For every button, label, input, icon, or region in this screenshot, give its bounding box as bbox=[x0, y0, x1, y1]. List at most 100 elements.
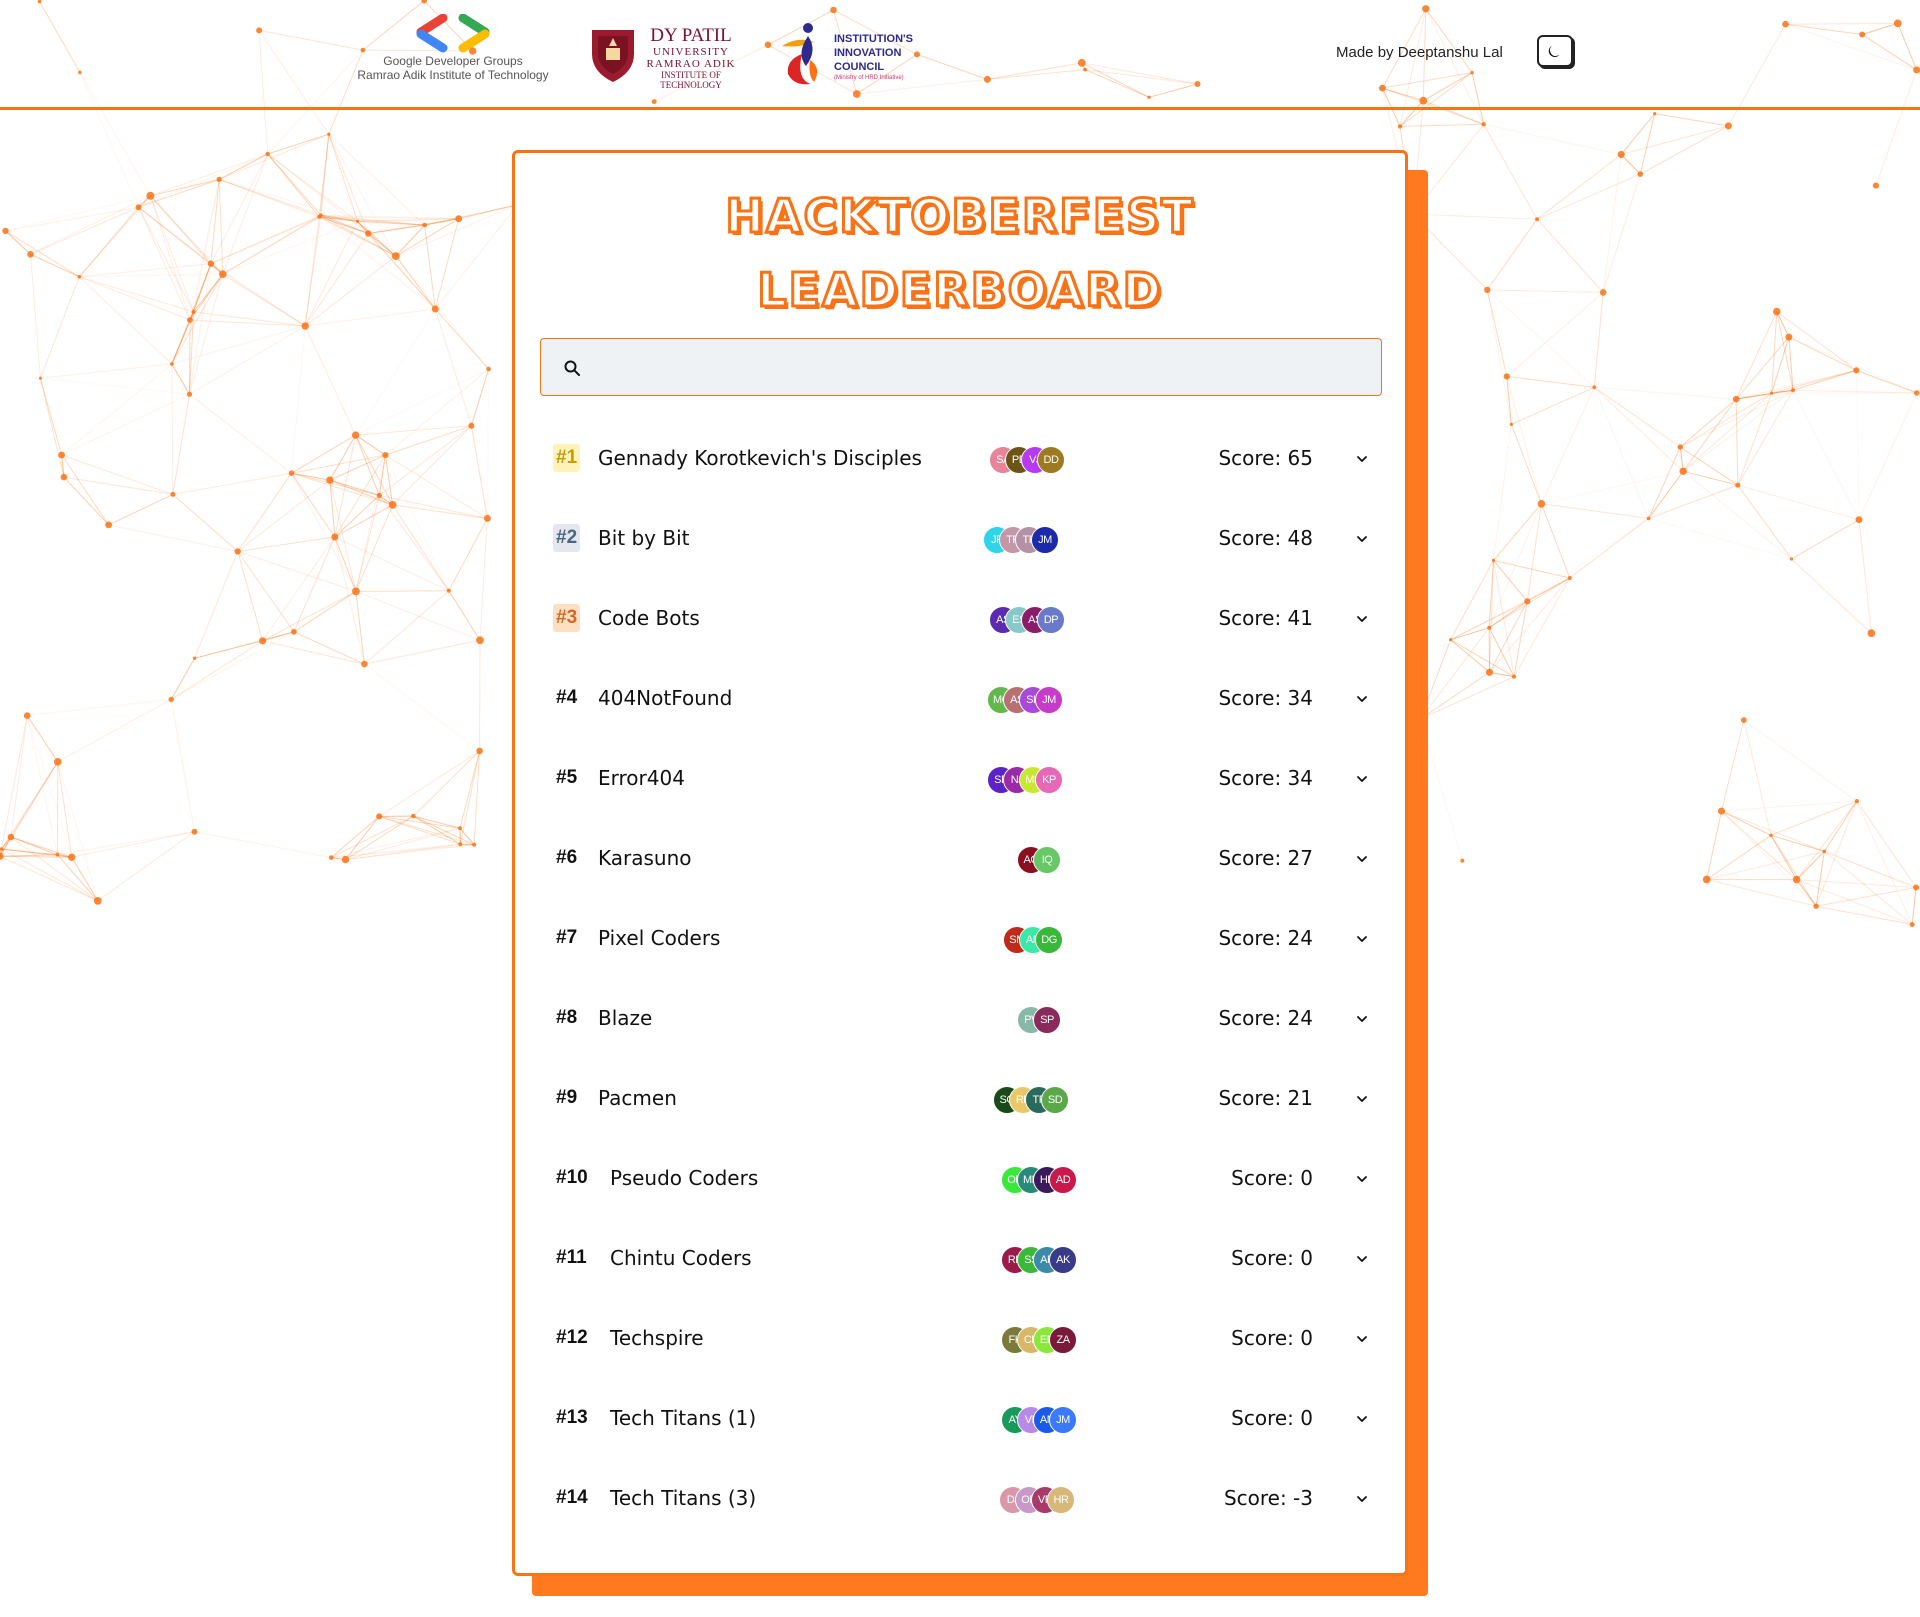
team-rank: #6 bbox=[556, 847, 578, 868]
team-name: 404NotFound bbox=[598, 686, 733, 710]
team-rank: #11 bbox=[556, 1247, 587, 1268]
chevron-down-icon[interactable] bbox=[1354, 451, 1370, 467]
iic-emblem-icon bbox=[782, 23, 818, 85]
chevron-down-icon[interactable] bbox=[1354, 851, 1370, 867]
chevron-down-icon[interactable] bbox=[1354, 1411, 1370, 1427]
team-row[interactable]: #5 Error404 SP NJ MS KP Score: 34 bbox=[515, 738, 1405, 818]
team-rank: #13 bbox=[556, 1407, 588, 1428]
team-score: Score: 0 bbox=[1231, 1406, 1313, 1430]
team-row[interactable]: #2 Bit by Bit JP TR TP JM Score: 48 bbox=[515, 498, 1405, 578]
team-row[interactable]: #6 Karasuno AG IQ Score: 27 bbox=[515, 818, 1405, 898]
iic-subtitle: (Ministry of HRD Initiative) bbox=[834, 75, 904, 81]
theme-toggle-button[interactable] bbox=[1537, 35, 1573, 67]
member-avatar[interactable]: DG bbox=[1035, 926, 1063, 954]
member-avatars: AG IQ bbox=[1017, 846, 1061, 874]
member-avatars: SG RP TP SD bbox=[993, 1086, 1069, 1114]
top-header: Google Developer Groups Ramrao Adik Inst… bbox=[0, 0, 1920, 110]
iic-line2: INNOVATION bbox=[834, 47, 902, 59]
moon-icon bbox=[1548, 45, 1560, 58]
member-avatars: AY VL AN JM bbox=[1001, 1406, 1077, 1434]
team-rank: #5 bbox=[556, 767, 578, 788]
team-row[interactable]: #13 Tech Titans (1) AY VL AN JM Score: 0 bbox=[515, 1378, 1405, 1458]
iic-logo: INSTITUTION'S INNOVATION COUNCIL (Minist… bbox=[778, 20, 928, 88]
team-name: Karasuno bbox=[598, 846, 692, 870]
member-avatar[interactable]: JM bbox=[1049, 1406, 1077, 1434]
team-row[interactable]: #1 Gennady Korotkevich's Disciples SA PD VJ D… bbox=[515, 418, 1405, 498]
gdg-name: Google Developer Groups bbox=[383, 54, 523, 68]
team-rank: #14 bbox=[556, 1487, 588, 1508]
team-row[interactable]: #10 Pseudo Coders OD MD HP AD Score: 0 bbox=[515, 1138, 1405, 1218]
credit-text: Made by Deeptanshu Lal bbox=[1336, 44, 1503, 61]
chevron-down-icon[interactable] bbox=[1354, 611, 1370, 627]
gdg-brackets-icon bbox=[416, 14, 490, 53]
member-avatar[interactable]: SD bbox=[1041, 1086, 1069, 1114]
chevron-down-icon[interactable] bbox=[1354, 1091, 1370, 1107]
page-title: HACKTOBERFEST LEADERBOARD bbox=[515, 179, 1405, 327]
team-score: Score: 0 bbox=[1231, 1166, 1313, 1190]
member-avatar[interactable]: SP bbox=[1033, 1006, 1061, 1034]
team-score: Score: 0 bbox=[1231, 1246, 1313, 1270]
team-name: Tech Titans (3) bbox=[610, 1486, 757, 1510]
team-name: Error404 bbox=[598, 766, 685, 790]
leaderboard-card: HACKTOBERFEST LEADERBOARD #1 Gennady Koro… bbox=[512, 150, 1408, 1576]
member-avatar[interactable]: ZA bbox=[1049, 1326, 1077, 1354]
member-avatar[interactable]: JM bbox=[1031, 526, 1059, 554]
team-name: Techspire bbox=[610, 1326, 704, 1350]
chevron-down-icon[interactable] bbox=[1354, 531, 1370, 547]
team-score: Score: 24 bbox=[1218, 1006, 1313, 1030]
team-row[interactable]: #7 Pixel Coders SM AN DG Score: 24 bbox=[515, 898, 1405, 978]
member-avatar[interactable]: HR bbox=[1047, 1486, 1075, 1514]
team-rank: #3 bbox=[553, 604, 581, 632]
team-row[interactable]: #4 404NotFound MC AS SK JM Score: 34 bbox=[515, 658, 1405, 738]
iic-line1: INSTITUTION'S bbox=[834, 33, 914, 45]
iic-line3: COUNCIL bbox=[834, 61, 885, 73]
team-rank: #10 bbox=[556, 1167, 588, 1188]
member-avatar[interactable]: DP bbox=[1037, 606, 1065, 634]
chevron-down-icon[interactable] bbox=[1354, 1331, 1370, 1347]
member-avatar[interactable]: IQ bbox=[1033, 846, 1061, 874]
team-name: Tech Titans (1) bbox=[610, 1406, 757, 1430]
member-avatar[interactable]: DD bbox=[1037, 446, 1065, 474]
chevron-down-icon[interactable] bbox=[1354, 1171, 1370, 1187]
chevron-down-icon[interactable] bbox=[1354, 1491, 1370, 1507]
search-input[interactable] bbox=[595, 339, 1369, 396]
team-row[interactable]: #8 Blaze PV SP Score: 24 bbox=[515, 978, 1405, 1058]
team-name: Blaze bbox=[598, 1006, 653, 1030]
team-rank: #1 bbox=[553, 444, 581, 472]
dyp-name: DY PATIL bbox=[650, 25, 732, 46]
member-avatars: SA PD VJ DD bbox=[989, 446, 1065, 474]
team-rank: #12 bbox=[556, 1327, 588, 1348]
dyp-ramrao: RAMRAO ADIK bbox=[646, 58, 736, 70]
gdg-logo: Google Developer Groups Ramrao Adik Inst… bbox=[348, 14, 558, 88]
team-score: Score: 34 bbox=[1218, 686, 1313, 710]
member-avatar[interactable]: AD bbox=[1049, 1166, 1077, 1194]
search-bar[interactable] bbox=[540, 338, 1382, 396]
team-score: Score: 65 bbox=[1218, 446, 1313, 470]
chevron-down-icon[interactable] bbox=[1354, 771, 1370, 787]
chevron-down-icon[interactable] bbox=[1354, 1011, 1370, 1027]
team-rank: #4 bbox=[556, 687, 578, 708]
member-avatar[interactable]: AK bbox=[1049, 1246, 1077, 1274]
team-row[interactable]: #11 Chintu Coders RP SS AP AK Score: 0 bbox=[515, 1218, 1405, 1298]
team-name: Code Bots bbox=[598, 606, 700, 630]
team-row[interactable]: #3 Code Bots AS ES AS DP Score: 41 bbox=[515, 578, 1405, 658]
member-avatars: OD MD HP AD bbox=[1001, 1166, 1077, 1194]
member-avatars: SM AN DG bbox=[1003, 926, 1063, 954]
team-score: Score: 0 bbox=[1231, 1326, 1313, 1350]
team-name: Gennady Korotkevich's Disciples bbox=[598, 446, 922, 470]
team-row[interactable]: #9 Pacmen SG RP TP SD Score: 21 bbox=[515, 1058, 1405, 1138]
dyp-institute: INSTITUTE OF TECHNOLOGY bbox=[660, 70, 722, 90]
team-name: Chintu Coders bbox=[610, 1246, 752, 1270]
chevron-down-icon[interactable] bbox=[1354, 1251, 1370, 1267]
member-avatars: PV SP bbox=[1017, 1006, 1061, 1034]
member-avatar[interactable]: KP bbox=[1035, 766, 1063, 794]
team-score: Score: 34 bbox=[1218, 766, 1313, 790]
dyp-university: UNIVERSITY bbox=[653, 46, 729, 58]
team-row[interactable]: #14 Tech Titans (3) DJ OD VR HR Score: -3 bbox=[515, 1458, 1405, 1538]
chevron-down-icon[interactable] bbox=[1354, 931, 1370, 947]
member-avatar[interactable]: JM bbox=[1035, 686, 1063, 714]
team-row[interactable]: #12 Techspire FK CK EN ZA Score: 0 bbox=[515, 1298, 1405, 1378]
chevron-down-icon[interactable] bbox=[1354, 691, 1370, 707]
member-avatars: SP NJ MS KP bbox=[987, 766, 1063, 794]
team-score: Score: 48 bbox=[1218, 526, 1313, 550]
